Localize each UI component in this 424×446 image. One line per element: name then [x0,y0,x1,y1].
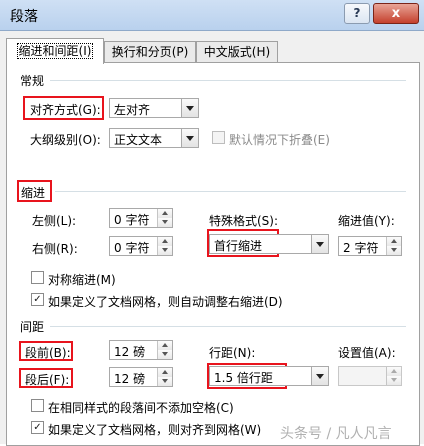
indent-by-spinner[interactable]: 2 字符 [338,236,402,256]
space-before-label: 段前(B): [25,346,71,360]
check-icon: ✓ [33,294,42,305]
alignment-label: 对齐方式(G): [30,103,101,117]
no-space-same-style-label: 在相同样式的段落间不添加空格(C) [48,401,234,415]
alignment-select[interactable]: 左对齐 [109,98,199,118]
close-button[interactable]: x [373,3,419,24]
section-divider [55,191,406,192]
line-spacing-select[interactable]: 1.5 倍行距 [209,366,329,386]
space-before-spinner[interactable]: 12 磅 [109,340,173,360]
help-button[interactable]: ? [344,3,370,24]
space-before-value: 12 磅 [114,345,146,359]
section-divider [50,326,406,327]
section-divider [50,80,406,81]
spin-down-icon[interactable] [158,377,172,386]
line-at-spinner[interactable] [338,366,402,386]
mirror-indents-label: 对称缩进(M) [48,273,116,287]
outline-level-label: 大纲级别(O): [30,133,101,147]
outline-level-select[interactable]: 正文文本 [109,128,199,148]
line-spacing-label: 行距(N): [209,346,256,360]
collapse-checkbox[interactable] [212,131,225,144]
auto-adjust-checkbox[interactable]: ✓ [31,293,44,306]
snap-to-grid-label: 如果定义了文档网格，则对齐到网格(W) [48,423,262,437]
general-section-title: 常规 [20,74,45,88]
special-indent-label: 特殊格式(S): [209,214,279,228]
dialog-title: 段落 [10,9,38,25]
tab-indent-spacing[interactable]: 缩进和间距(I) [6,38,104,64]
tab-label: 中文版式(H) [203,45,271,59]
special-indent-value: 首行缩进 [214,239,263,253]
mirror-indents-checkbox[interactable] [31,271,44,284]
tab-line-page-breaks[interactable]: 换行和分页(P) [104,41,196,63]
special-indent-select[interactable]: 首行缩进 [209,234,329,254]
indent-right-value: 0 字符 [114,241,150,255]
alignment-value: 左对齐 [114,103,151,117]
indent-left-spinner[interactable]: 0 字符 [109,208,173,228]
spin-down-icon[interactable] [387,246,401,255]
chevron-down-icon[interactable] [311,367,328,385]
chevron-down-icon[interactable] [181,99,198,117]
spin-down-icon[interactable] [158,246,172,255]
close-icon: x [391,6,401,21]
indent-section-title: 缩进 [21,186,46,200]
help-icon: ? [353,6,361,20]
snap-to-grid-checkbox[interactable]: ✓ [31,421,44,434]
tab-label: 缩进和间距(I) [16,43,94,59]
space-after-spinner[interactable]: 12 磅 [109,367,173,387]
line-at-label: 设置值(A): [338,346,396,360]
auto-adjust-label: 如果定义了文档网格，则自动调整右缩进(D) [48,295,283,309]
indent-right-label: 右侧(R): [32,242,78,256]
outline-level-value: 正文文本 [114,133,163,147]
indent-by-value: 2 字符 [343,241,379,255]
line-spacing-value: 1.5 倍行距 [214,371,273,385]
spin-down-icon[interactable] [158,350,172,359]
indent-right-spinner[interactable]: 0 字符 [109,236,173,256]
indent-by-label: 缩进值(Y): [338,214,395,228]
chevron-down-icon[interactable] [311,235,328,253]
no-space-same-style-checkbox[interactable] [31,399,44,412]
tab-label: 换行和分页(P) [111,45,189,59]
tab-asian-typography[interactable]: 中文版式(H) [196,41,278,63]
chevron-down-icon[interactable] [181,129,198,147]
collapse-label: 默认情况下折叠(E) [229,133,330,147]
space-after-label: 段后(F): [25,373,70,387]
spin-down-icon[interactable] [158,218,172,227]
watermark-text: 头条号 / 凡人凡言 [280,426,392,442]
indent-left-value: 0 字符 [114,213,150,227]
check-icon: ✓ [33,422,42,433]
space-after-value: 12 磅 [114,372,146,386]
spacing-section-title: 间距 [20,320,45,334]
spin-down-icon[interactable] [387,376,401,385]
indent-left-label: 左侧(L): [32,214,77,228]
